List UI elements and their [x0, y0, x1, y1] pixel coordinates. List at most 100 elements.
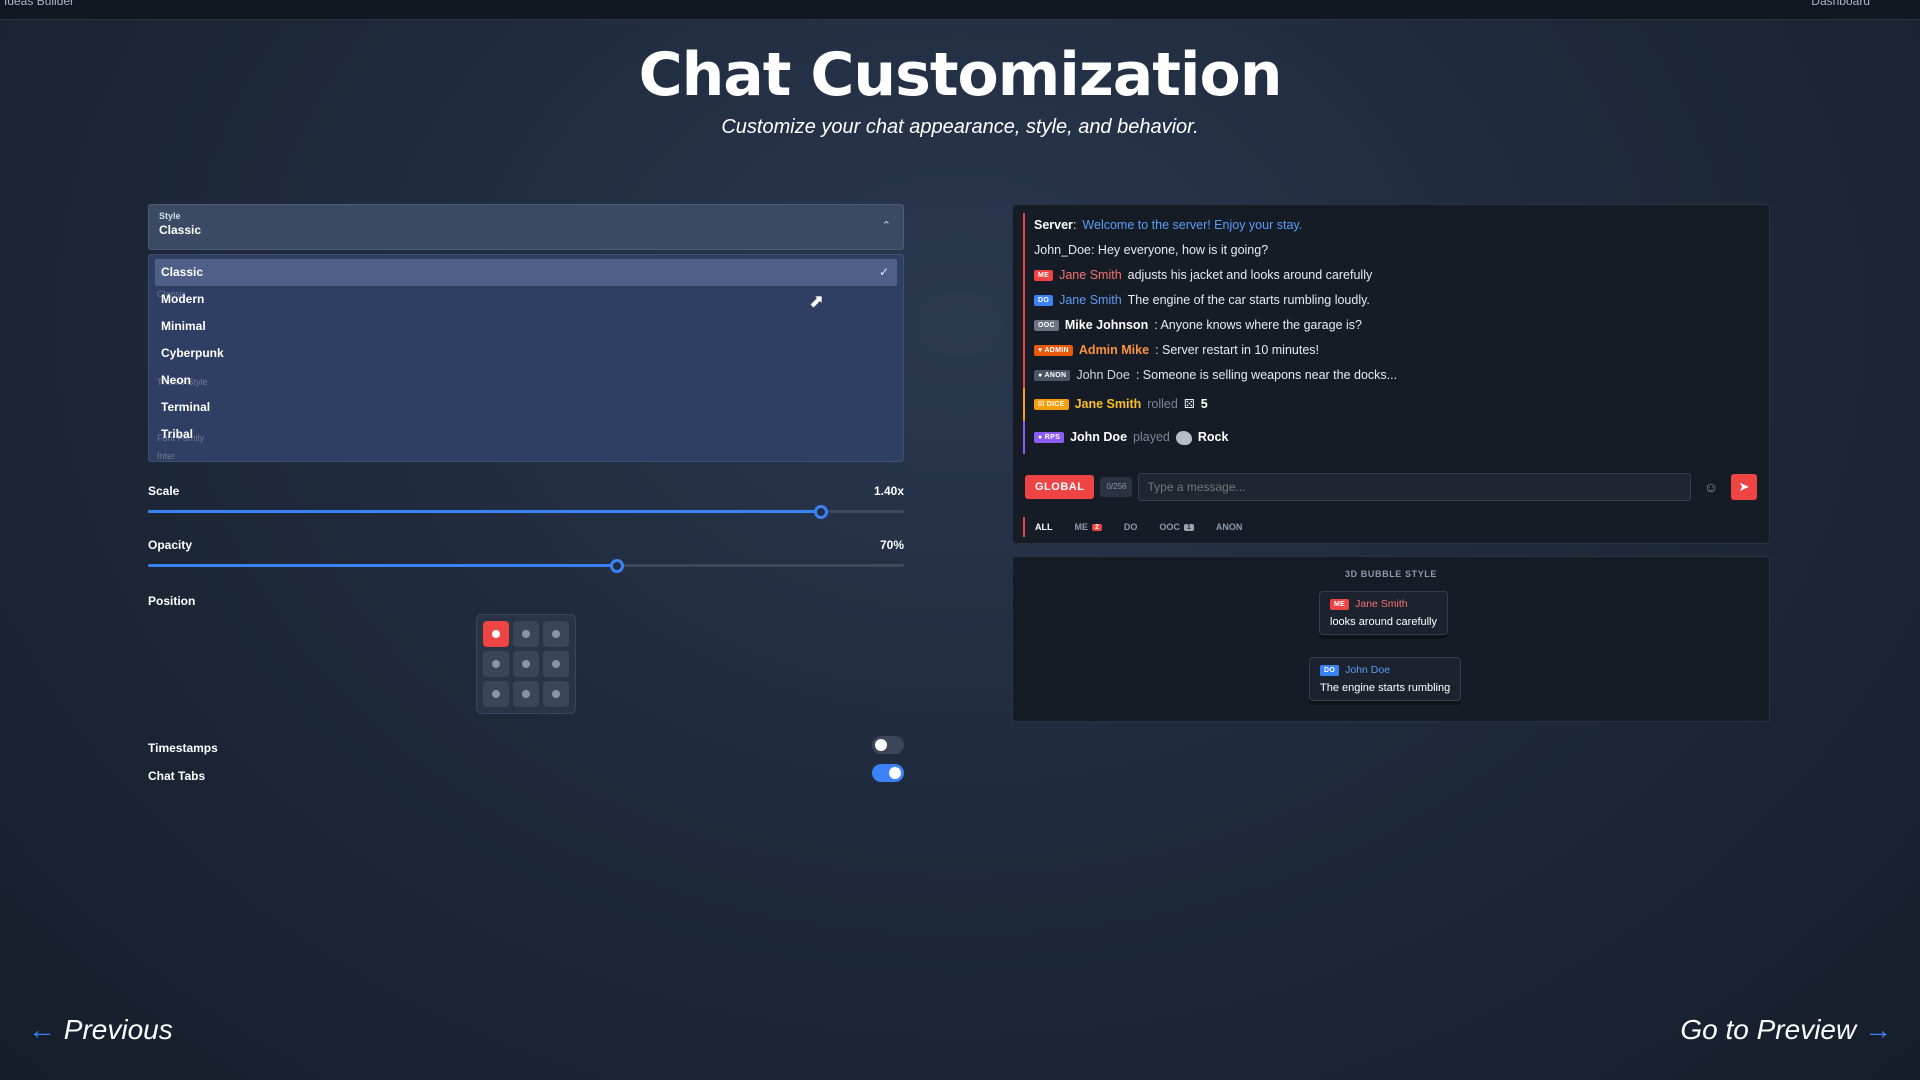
tab-me[interactable]: ME 2: [1075, 522, 1102, 532]
page-subtitle: Customize your chat appearance, style, a…: [721, 116, 1199, 138]
style-dropdown: Classic Theme Style Font Family Inter Cl…: [148, 254, 904, 462]
sender-name: Jane Smith: [1059, 293, 1122, 307]
window-title: Ideas Builder: [4, 0, 75, 8]
mouse-cursor-icon: ⬈: [809, 291, 825, 311]
option-label: Minimal: [161, 319, 206, 333]
chat-message: ● ANON John Doe : Someone is selling wea…: [1023, 363, 1759, 388]
me-badge: ME: [1330, 598, 1350, 610]
position-grid: [476, 614, 576, 714]
previous-label: Previous: [63, 1014, 173, 1045]
bubble-text: The engine starts rumbling: [1320, 682, 1451, 694]
timestamps-label: Timestamps: [148, 741, 218, 755]
dice-icon: ⚄: [1183, 397, 1195, 411]
badge-label: RPS: [1044, 434, 1061, 441]
send-button[interactable]: ➤: [1731, 474, 1757, 500]
toggle-knob: [889, 767, 901, 779]
message-text: : Anyone knows where the garage is?: [1154, 318, 1362, 332]
chat-message: ⚄ DICE Jane Smith rolled ⚄ 5: [1023, 388, 1759, 421]
rps-value: Rock: [1197, 430, 1229, 444]
position-cell[interactable]: [483, 621, 509, 647]
tab-ooc[interactable]: OOC 1: [1159, 522, 1194, 532]
option-label: Classic: [161, 265, 204, 279]
dice-badge: ⚄ DICE: [1034, 399, 1069, 410]
message-input[interactable]: [1138, 473, 1691, 501]
go-to-preview-button[interactable]: Go to Preview →: [1680, 1014, 1892, 1046]
action-verb: played: [1133, 430, 1170, 444]
tab-label: ME: [1074, 522, 1089, 532]
style-option-cyberpunk[interactable]: Cyberpunk: [155, 340, 897, 367]
tab-label: ANON: [1215, 522, 1243, 532]
chat-preview: Server: Welcome to the server! Enjoy you…: [1012, 204, 1770, 544]
style-option-terminal[interactable]: Terminal: [155, 394, 897, 421]
position-cell[interactable]: [483, 681, 509, 707]
chat-tabs-toggle[interactable]: [872, 764, 904, 782]
tab-anon[interactable]: ANON: [1216, 522, 1243, 532]
settings-panel: Style Classic ⌃ Classic Theme Style Font…: [148, 204, 904, 784]
opacity-row: Opacity 70%: [148, 538, 904, 554]
style-option-classic[interactable]: Classic ✓: [155, 259, 897, 286]
me-badge: ME: [1034, 270, 1054, 281]
timestamps-toggle[interactable]: [872, 736, 904, 754]
slider-handle[interactable]: [609, 559, 624, 573]
chat-message: DO Jane Smith The engine of the car star…: [1023, 288, 1759, 313]
hidden-label: Inter: [157, 451, 176, 461]
chevron-up-icon: ⌃: [881, 220, 891, 232]
style-option-neon[interactable]: Neon: [155, 367, 897, 394]
style-option-modern[interactable]: Modern: [155, 286, 897, 313]
style-option-minimal[interactable]: Minimal: [155, 313, 897, 340]
chat-message: ● RPS John Doe played Rock: [1023, 421, 1759, 454]
page-title: Chat Customization: [638, 40, 1283, 110]
chat-tabs: ALL ME 2 DO OOC 1 ANON: [1023, 517, 1242, 537]
tab-label: OOC: [1159, 522, 1180, 532]
position-cell[interactable]: [513, 651, 539, 677]
bubble-preview-panel: 3D BUBBLE STYLE ME Jane Smith looks arou…: [1012, 556, 1770, 722]
badge-label: ADMIN: [1044, 347, 1069, 354]
position-cell[interactable]: [483, 651, 509, 677]
chat-message: ME Jane Smith adjusts his jacket and loo…: [1023, 263, 1759, 288]
style-select-label: Style: [159, 211, 181, 221]
style-option-tribal[interactable]: Tribal: [155, 421, 897, 448]
sender-name: John Doe: [1070, 430, 1128, 444]
tab-label: ALL: [1035, 522, 1053, 532]
scale-slider[interactable]: [148, 504, 904, 519]
previous-button[interactable]: ← Previous: [28, 1014, 173, 1046]
arrow-right-icon: →: [1864, 1014, 1892, 1045]
option-label: Neon: [161, 373, 191, 387]
tab-do[interactable]: DO: [1124, 522, 1138, 532]
sender-name: Admin Mike: [1078, 343, 1150, 357]
message-text: adjusts his jacket and looks around care…: [1127, 268, 1373, 282]
chat-message: Server: Welcome to the server! Enjoy you…: [1023, 213, 1759, 238]
dot-icon: [522, 660, 530, 668]
channel-button[interactable]: GLOBAL: [1025, 475, 1095, 499]
position-cell[interactable]: [513, 681, 539, 707]
position-cell[interactable]: [543, 651, 569, 677]
top-bar: Ideas Builder Dashboard: [0, 0, 1920, 20]
unread-count: 2: [1092, 523, 1102, 531]
sender-name: Jane Smith: [1355, 598, 1408, 610]
sender-name: Mike Johnson: [1064, 318, 1149, 332]
dot-icon: [552, 660, 560, 668]
tab-all[interactable]: ALL: [1035, 522, 1053, 532]
scale-value: 1.40x: [873, 484, 904, 498]
style-select[interactable]: Style Classic ⌃: [148, 204, 904, 250]
sender-name: Server: [1034, 218, 1073, 232]
slider-handle[interactable]: [813, 505, 828, 519]
position-cell[interactable]: [513, 621, 539, 647]
dot-icon: [522, 690, 530, 698]
position-cell[interactable]: [543, 681, 569, 707]
sender-name: Jane Smith: [1074, 397, 1142, 411]
message-text: Welcome to the server! Enjoy your stay.: [1082, 218, 1303, 232]
option-label: Terminal: [161, 400, 211, 414]
sender-name: Jane Smith: [1059, 268, 1122, 282]
option-label: Tribal: [161, 427, 194, 441]
opacity-slider[interactable]: [148, 558, 904, 573]
badge-label: ANON: [1044, 372, 1067, 379]
dot-icon: [552, 690, 560, 698]
emoji-icon[interactable]: ☺: [1697, 479, 1725, 495]
dot-icon: [492, 690, 500, 698]
position-cell[interactable]: [543, 621, 569, 647]
chat-message: ♥ ADMIN Admin Mike : Server restart in 1…: [1023, 338, 1759, 363]
window-title-right: Dashboard: [1811, 0, 1870, 8]
option-label: Modern: [161, 292, 205, 306]
slider-fill: [148, 510, 821, 513]
